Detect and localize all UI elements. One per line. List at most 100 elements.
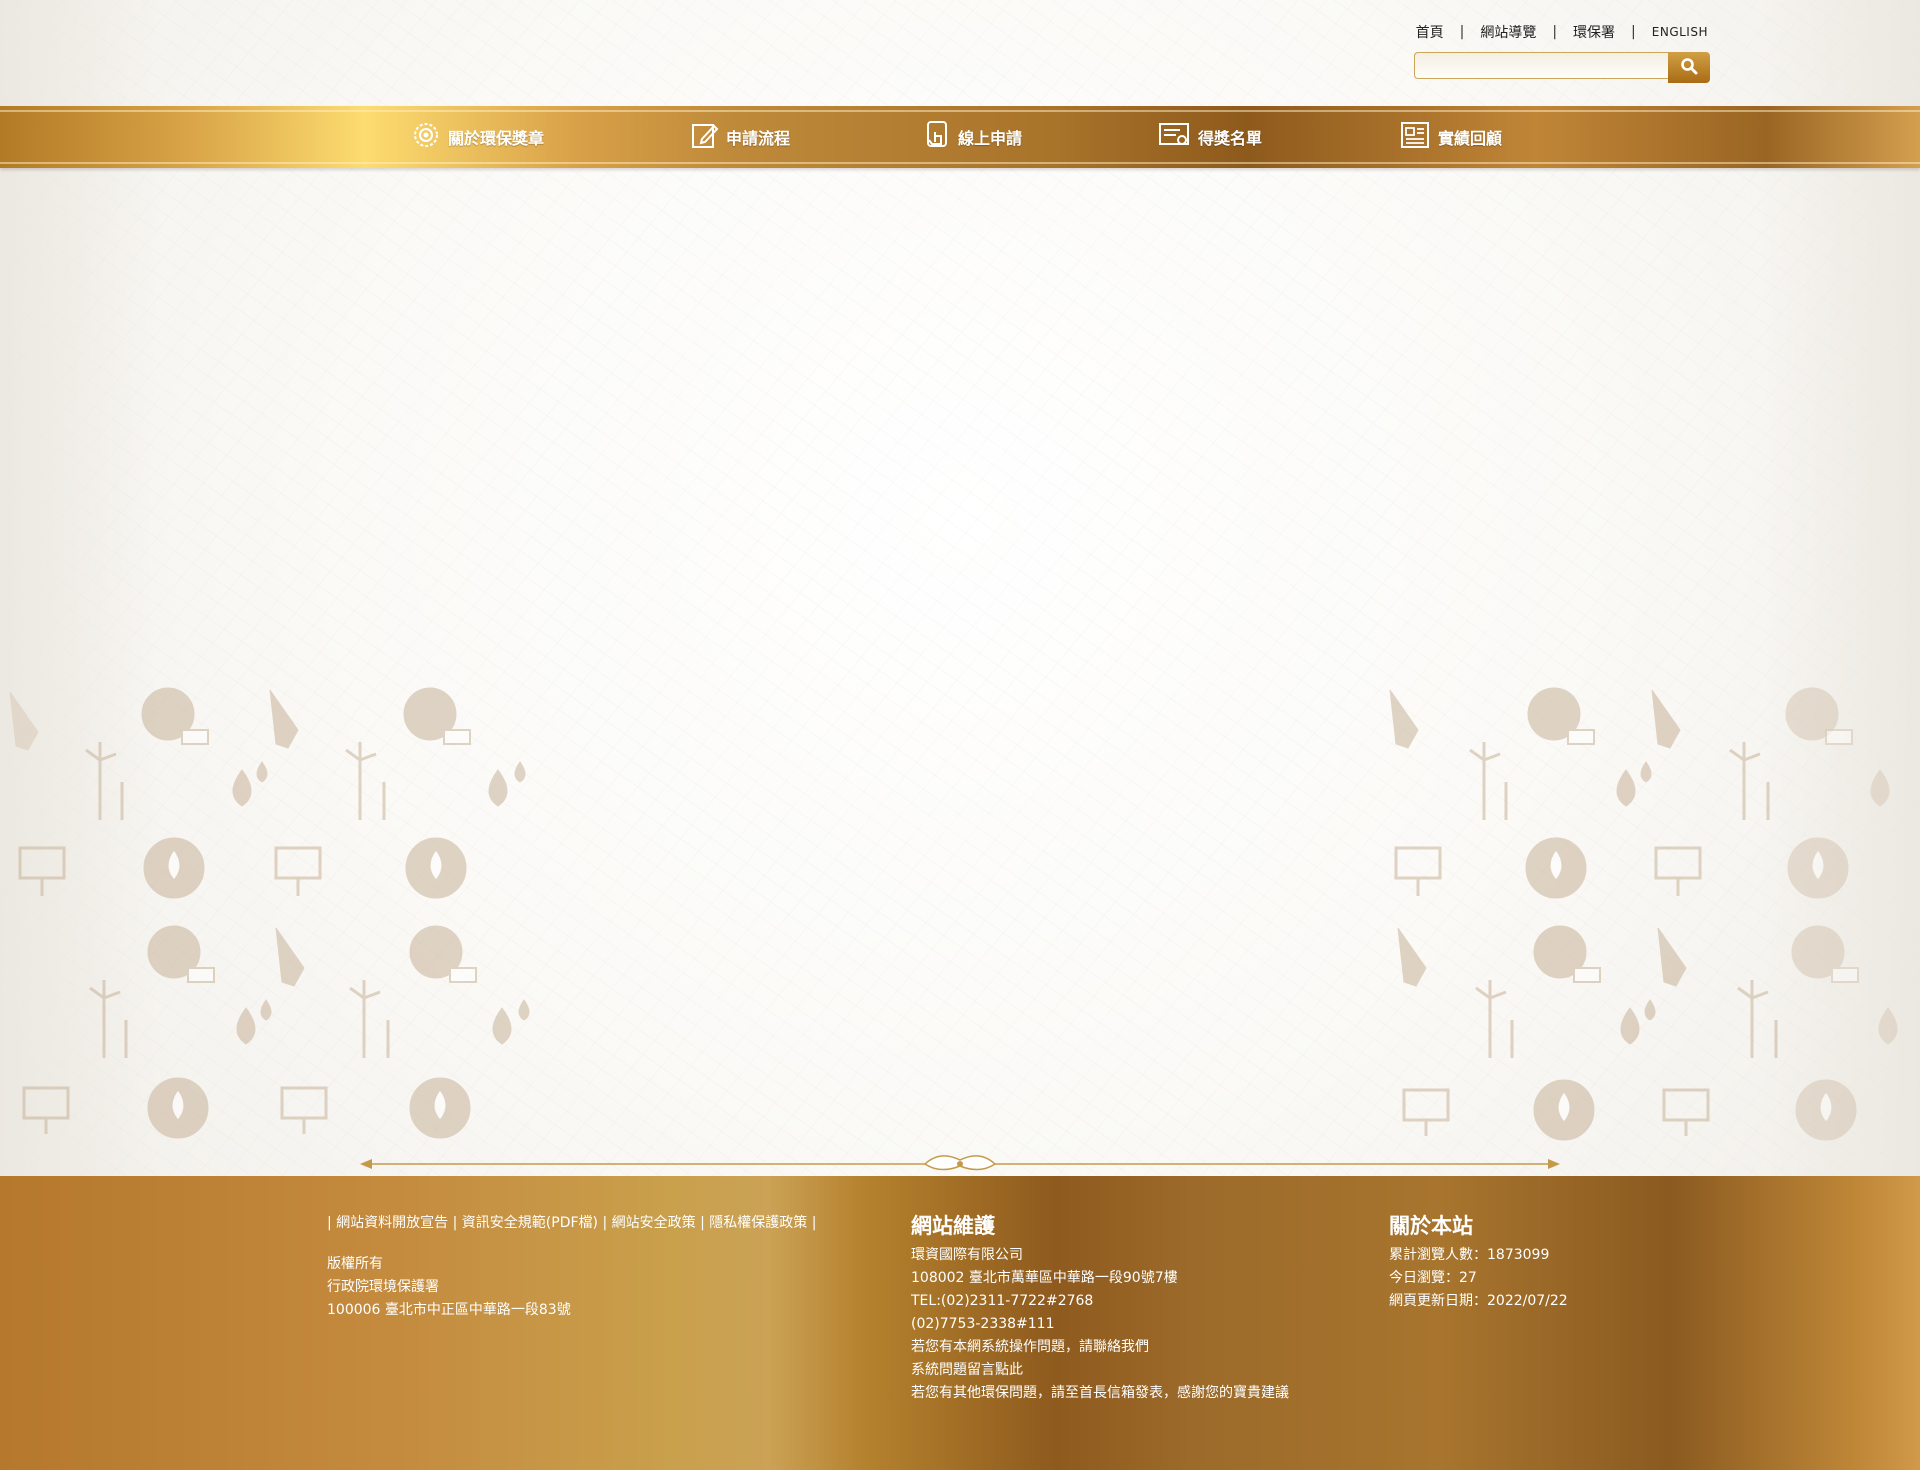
- globe-battery-icon: [403, 687, 471, 745]
- water-drop-icon: [1878, 1007, 1898, 1045]
- touch-apply-icon: [924, 120, 958, 154]
- globe-battery-icon: [147, 925, 215, 983]
- decorative-icons-left: [0, 670, 560, 1150]
- privacy-link[interactable]: 隱私權保護政策: [709, 1215, 807, 1231]
- maintenance-address: 108002 臺北市萬華區中華路一段90號7樓: [911, 1270, 1178, 1286]
- flame-icon: [1533, 1079, 1595, 1141]
- edit-form-icon: [690, 120, 726, 154]
- globe-battery-icon: [1785, 687, 1853, 745]
- wind-turbine-icon: [349, 980, 390, 1058]
- globe-battery-icon: [409, 925, 477, 983]
- link-separator: |: [1631, 24, 1636, 40]
- solar-panel-icon: [280, 1086, 328, 1134]
- nav-item-winners[interactable]: 得獎名單: [1158, 120, 1262, 154]
- contact-us-link[interactable]: 若您有本網系統操作問題，請聯絡我們: [911, 1336, 1289, 1359]
- water-drop-icon: [488, 761, 526, 807]
- newspaper-icon: [1400, 120, 1438, 154]
- maintenance-tel: TEL:(02)2311-7722#2768: [911, 1293, 1094, 1309]
- security-policy-link[interactable]: 網站安全政策: [612, 1215, 696, 1231]
- certificate-icon: [1158, 120, 1198, 154]
- director-mailbox-link[interactable]: 若您有其他環保問題，請至首長信箱發表，感謝您的寶貴建議: [911, 1382, 1289, 1405]
- copyright-address: 100006 臺北市中正區中華路一段83號: [327, 1302, 571, 1318]
- wind-turbine-icon: [85, 742, 124, 820]
- sitemap-link[interactable]: 網站導覽: [1480, 22, 1536, 42]
- nav-item-process[interactable]: 申請流程: [690, 120, 790, 154]
- lightbulb-icon: [9, 691, 39, 751]
- globe-battery-icon: [1527, 687, 1595, 745]
- water-drop-icon: [1616, 761, 1652, 807]
- nav-item-label: 得獎名單: [1198, 129, 1263, 148]
- ornament-divider: [360, 1152, 1560, 1176]
- flame-icon: [1525, 837, 1587, 899]
- background-fade-right: [1760, 0, 1920, 1176]
- security-rules-link[interactable]: 資訊安全規範(PDF檔): [462, 1215, 598, 1231]
- globe-battery-icon: [1791, 925, 1859, 983]
- medal-icon: [410, 119, 448, 155]
- lightbulb-icon: [269, 689, 299, 749]
- footer-col-policies: | 網站資料開放宣告 | 資訊安全規範(PDF檔) | 網站安全政策 | 隱私權…: [327, 1212, 816, 1322]
- background-texture: [0, 0, 1920, 1176]
- wind-turbine-icon: [345, 742, 386, 820]
- maintenance-company: 環資國際有限公司: [911, 1247, 1023, 1263]
- nav-item-online-apply[interactable]: 線上申請: [924, 120, 1022, 154]
- solar-panel-icon: [1402, 1088, 1450, 1136]
- nav-item-review[interactable]: 實績回顧: [1400, 120, 1502, 154]
- flame-icon: [1795, 1079, 1857, 1141]
- nav-item-label: 申請流程: [726, 129, 791, 148]
- wind-turbine-icon: [1737, 980, 1778, 1058]
- solar-panel-icon: [1394, 846, 1442, 896]
- update-date: 網頁更新日期：2022/07/22: [1389, 1293, 1568, 1309]
- flame-icon: [1787, 837, 1849, 899]
- copyright-org: 行政院環境保護署: [327, 1279, 439, 1295]
- nav-item-about-medal[interactable]: 關於環保獎章: [410, 120, 544, 154]
- about-heading: 關於本站: [1389, 1214, 1473, 1238]
- link-separator: |: [1459, 24, 1465, 40]
- site-footer: | 網站資料開放宣告 | 資訊安全規範(PDF檔) | 網站安全政策 | 隱私權…: [0, 1176, 1920, 1470]
- lightbulb-icon: [1651, 689, 1681, 749]
- maintenance-heading: 網站維護: [911, 1214, 995, 1238]
- home-link[interactable]: 首頁: [1416, 22, 1444, 42]
- solar-panel-icon: [1654, 846, 1702, 896]
- epa-link[interactable]: 環保署: [1573, 22, 1615, 42]
- flame-icon: [405, 837, 467, 899]
- lightbulb-icon: [1657, 927, 1687, 987]
- water-drop-icon: [1870, 769, 1890, 807]
- search-icon: [1680, 57, 1698, 79]
- main-nav-bar: 關於環保獎章 申請流程 線上申請 得獎名單 實績回顧: [0, 106, 1920, 168]
- wind-turbine-icon: [89, 980, 128, 1058]
- solar-panel-icon: [18, 846, 66, 896]
- search-button[interactable]: [1668, 52, 1710, 83]
- footer-col-maintenance: 網站維護 環資國際有限公司 108002 臺北市萬華區中華路一段90號7樓 TE…: [911, 1212, 1289, 1405]
- english-link[interactable]: ENGLISH: [1652, 25, 1708, 39]
- water-drop-icon: [492, 999, 530, 1045]
- flame-icon: [143, 837, 205, 899]
- flame-icon: [409, 1077, 471, 1139]
- nav-item-label: 實績回顧: [1438, 129, 1503, 148]
- flame-icon: [147, 1077, 209, 1139]
- background-fade-left: [0, 0, 160, 1176]
- total-visits: 累計瀏覽人數：1873099: [1389, 1247, 1550, 1263]
- water-drop-icon: [232, 761, 268, 807]
- pipe: |: [811, 1215, 817, 1231]
- lightbulb-icon: [275, 927, 305, 987]
- lightbulb-icon: [1397, 927, 1427, 987]
- message-board-link[interactable]: 系統問題留言點此: [911, 1359, 1289, 1382]
- solar-panel-icon: [274, 846, 322, 896]
- link-separator: |: [1552, 24, 1558, 40]
- search-input[interactable]: [1414, 52, 1668, 79]
- footer-col-about: 關於本站 累計瀏覽人數：1873099 今日瀏覽：27 網頁更新日期：2022/…: [1389, 1212, 1568, 1313]
- pipe: |: [602, 1215, 608, 1231]
- maintenance-tel2: (02)7753-2338#111: [911, 1316, 1055, 1332]
- solar-panel-icon: [22, 1086, 70, 1134]
- wind-turbine-icon: [1469, 742, 1508, 820]
- globe-battery-icon: [1533, 925, 1601, 983]
- pipe: |: [452, 1215, 458, 1231]
- water-drop-icon: [1620, 999, 1656, 1045]
- open-data-link[interactable]: 網站資料開放宣告: [336, 1215, 448, 1231]
- globe-battery-icon: [141, 687, 209, 745]
- lightbulb-icon: [1389, 689, 1419, 749]
- solar-panel-icon: [1662, 1088, 1710, 1136]
- pipe: |: [700, 1215, 705, 1231]
- copyright-title: 版權所有: [327, 1256, 383, 1272]
- nav-item-label: 關於環保獎章: [448, 129, 545, 148]
